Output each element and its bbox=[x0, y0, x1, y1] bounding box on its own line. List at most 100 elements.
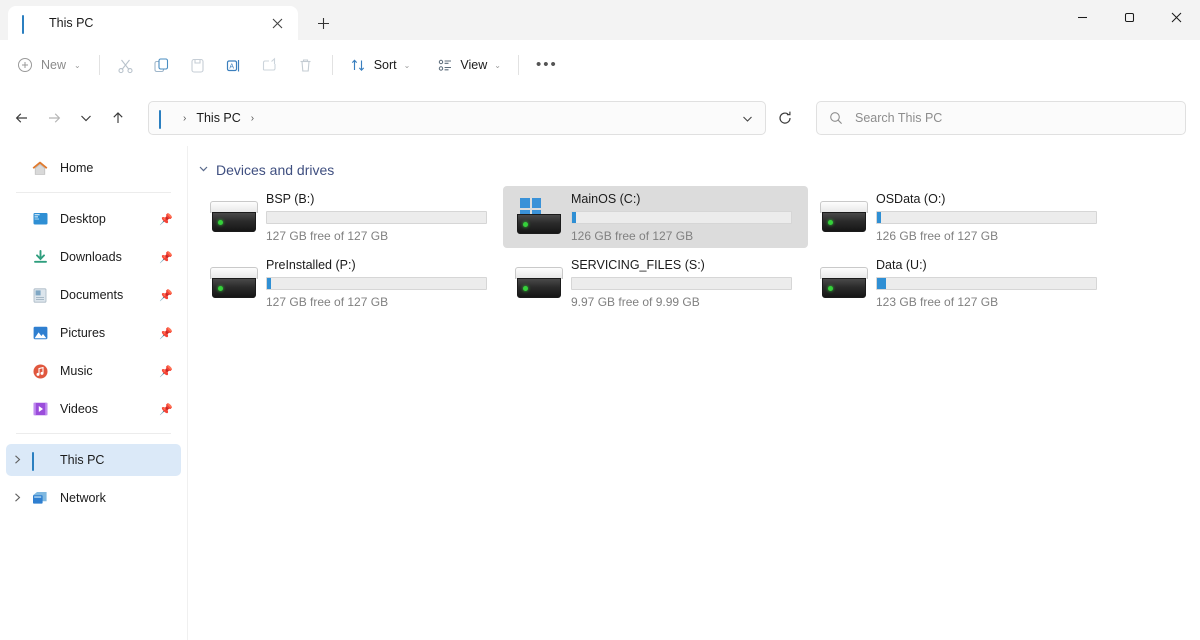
sidebar-item-label: Pictures bbox=[60, 326, 106, 340]
drive-icon bbox=[816, 256, 872, 310]
paste-button[interactable] bbox=[180, 49, 216, 81]
see-more-button[interactable]: ••• bbox=[527, 49, 567, 81]
sort-button-label: Sort bbox=[373, 58, 397, 72]
copy-icon bbox=[153, 56, 171, 74]
videos-icon bbox=[30, 402, 50, 416]
maximize-button[interactable] bbox=[1106, 0, 1153, 34]
expander-icon[interactable] bbox=[6, 492, 28, 505]
capacity-fill bbox=[877, 211, 882, 223]
pin-icon[interactable]: 📌 bbox=[159, 403, 173, 416]
sidebar-item-desktop[interactable]: Desktop 📌 bbox=[6, 203, 181, 235]
drive-tile-data[interactable]: Data (U:) 123 GB free of 127 GB bbox=[808, 252, 1113, 314]
sidebar-item-this-pc[interactable]: This PC bbox=[6, 444, 181, 476]
tab-strip: This PC bbox=[0, 0, 342, 40]
rename-icon: A bbox=[225, 56, 243, 74]
capacity-bar bbox=[876, 210, 1097, 224]
sidebar-item-home[interactable]: Home bbox=[6, 152, 181, 184]
recent-locations-button[interactable] bbox=[70, 102, 102, 134]
svg-text:A: A bbox=[230, 63, 235, 70]
view-button-label: View bbox=[460, 58, 488, 72]
drives-grid: BSP (B:) 127 GB free of 127 GB MainOS (C… bbox=[188, 186, 1200, 318]
sidebar-divider-1 bbox=[16, 192, 171, 193]
drive-info: PreInstalled (P:) 127 GB free of 127 GB bbox=[262, 258, 495, 309]
drive-free-space: 127 GB free of 127 GB bbox=[266, 228, 389, 243]
forward-button[interactable] bbox=[38, 102, 70, 134]
sidebar-item-network[interactable]: Network bbox=[6, 482, 181, 514]
share-button[interactable] bbox=[252, 49, 288, 81]
home-icon bbox=[30, 161, 50, 176]
drive-tile-osdata[interactable]: OSData (O:) 126 GB free of 127 GB bbox=[808, 186, 1113, 248]
new-button[interactable]: New ⌄ bbox=[10, 49, 91, 81]
file-list-pane[interactable]: Devices and drives BSP (B:) 127 GB free … bbox=[188, 146, 1200, 640]
rename-button[interactable]: A bbox=[216, 49, 252, 81]
sidebar-item-label: Downloads bbox=[60, 250, 122, 264]
desktop-icon bbox=[30, 212, 50, 226]
close-button[interactable] bbox=[1153, 0, 1200, 34]
tab-title: This PC bbox=[49, 16, 94, 30]
pin-icon[interactable]: 📌 bbox=[159, 289, 173, 302]
breadcrumb-separator-end[interactable]: › bbox=[249, 113, 256, 124]
sidebar-item-label: Desktop bbox=[60, 212, 106, 226]
sidebar-item-music[interactable]: Music 📌 bbox=[6, 355, 181, 387]
drive-icon bbox=[816, 190, 872, 244]
sidebar-item-label: Network bbox=[60, 491, 106, 505]
drive-icon bbox=[206, 256, 262, 310]
pin-icon[interactable]: 📌 bbox=[159, 213, 173, 226]
drive-info: OSData (O:) 126 GB free of 127 GB bbox=[872, 192, 1105, 243]
chevron-down-icon: ⌄ bbox=[494, 60, 501, 70]
drive-free-space: 126 GB free of 127 GB bbox=[876, 228, 999, 243]
tab-this-pc[interactable]: This PC bbox=[8, 6, 298, 40]
drive-icon bbox=[511, 190, 567, 244]
search-placeholder: Search This PC bbox=[855, 111, 943, 125]
sidebar-item-videos[interactable]: Videos 📌 bbox=[6, 393, 181, 425]
drive-tile-bsp[interactable]: BSP (B:) 127 GB free of 127 GB bbox=[198, 186, 503, 248]
command-bar: New ⌄ A Sort ⌄ View ⌄ ••• bbox=[0, 40, 1200, 90]
sidebar-item-pictures[interactable]: Pictures 📌 bbox=[6, 317, 181, 349]
breadcrumb-separator: › bbox=[183, 112, 187, 124]
expander-icon[interactable] bbox=[6, 454, 28, 467]
drive-tile-mainos[interactable]: MainOS (C:) 126 GB free of 127 GB bbox=[503, 186, 808, 248]
plus-circle-icon bbox=[16, 56, 34, 74]
cut-button[interactable] bbox=[108, 49, 144, 81]
up-button[interactable] bbox=[102, 102, 134, 134]
view-button[interactable]: View ⌄ bbox=[427, 49, 510, 81]
downloads-icon bbox=[30, 249, 50, 265]
sidebar-item-label: Videos bbox=[60, 402, 98, 416]
address-chevron-down-icon[interactable] bbox=[733, 104, 761, 132]
breadcrumb-this-pc[interactable]: This PC bbox=[191, 108, 245, 128]
sidebar-item-documents[interactable]: Documents 📌 bbox=[6, 279, 181, 311]
drive-info: SERVICING_FILES (S:) 9.97 GB free of 9.9… bbox=[567, 258, 800, 309]
paste-icon bbox=[189, 56, 207, 74]
thispc-icon bbox=[30, 451, 50, 471]
new-tab-button[interactable] bbox=[304, 8, 342, 38]
chevron-down-icon: ⌄ bbox=[74, 60, 81, 70]
navigation-pane: Home Desktop 📌 Downloads 📌 Documents 📌 P… bbox=[0, 146, 188, 640]
pin-icon[interactable]: 📌 bbox=[159, 365, 173, 378]
copy-button[interactable] bbox=[144, 49, 180, 81]
search-box[interactable]: Search This PC bbox=[816, 101, 1186, 135]
view-icon bbox=[436, 56, 454, 74]
sidebar-item-downloads[interactable]: Downloads 📌 bbox=[6, 241, 181, 273]
close-tab-icon[interactable] bbox=[264, 10, 290, 36]
delete-button[interactable] bbox=[288, 49, 324, 81]
pin-icon[interactable]: 📌 bbox=[159, 251, 173, 264]
refresh-button[interactable] bbox=[770, 102, 800, 134]
drive-tile-preinstalled[interactable]: PreInstalled (P:) 127 GB free of 127 GB bbox=[198, 252, 503, 314]
back-button[interactable] bbox=[6, 102, 38, 134]
window-controls bbox=[1059, 0, 1200, 34]
toolbar-divider-3 bbox=[517, 55, 519, 75]
drive-tile-servicing-files[interactable]: SERVICING_FILES (S:) 9.97 GB free of 9.9… bbox=[503, 252, 808, 314]
sidebar-item-label: Documents bbox=[60, 288, 124, 302]
group-header-devices-and-drives[interactable]: Devices and drives bbox=[188, 162, 1200, 178]
chevron-down-icon[interactable] bbox=[198, 163, 209, 177]
drive-info: MainOS (C:) 126 GB free of 127 GB bbox=[567, 192, 800, 243]
capacity-bar bbox=[266, 276, 487, 290]
address-bar[interactable]: › This PC › bbox=[148, 101, 766, 135]
pin-icon[interactable]: 📌 bbox=[159, 327, 173, 340]
navigation-bar: › This PC › Search This PC bbox=[0, 90, 1200, 146]
monitor-icon bbox=[22, 14, 39, 34]
minimize-button[interactable] bbox=[1059, 0, 1106, 34]
sort-button[interactable]: Sort ⌄ bbox=[341, 49, 420, 81]
drive-free-space: 127 GB free of 127 GB bbox=[266, 294, 389, 309]
share-icon bbox=[261, 56, 279, 74]
